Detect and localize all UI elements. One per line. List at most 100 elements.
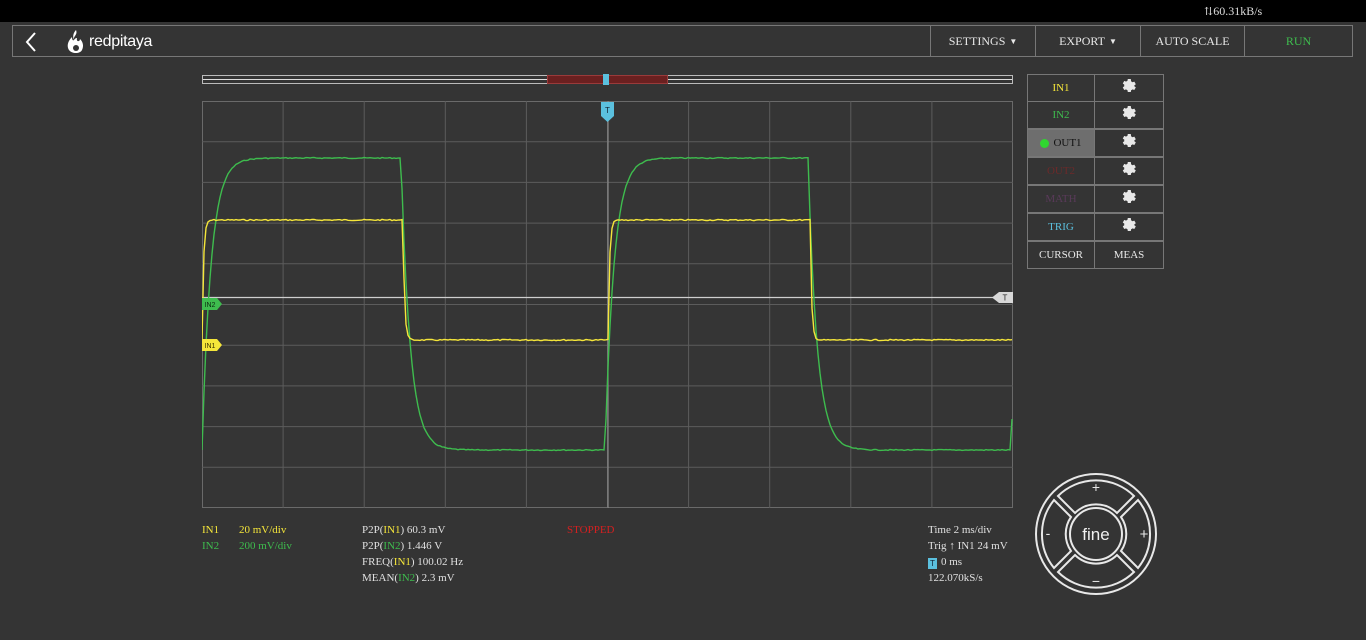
oscilloscope-plot[interactable]: T T IN2 IN1	[201, 101, 1013, 508]
logo-text: redpitaya	[89, 33, 153, 50]
channel-in1-toggle[interactable]: IN1	[1027, 74, 1095, 102]
channel-math-label: MATH	[1045, 193, 1077, 205]
measurement-p2p-in1: P2P(IN1) 60.3 mV	[362, 522, 463, 538]
trigger-time-marker-label: T	[605, 106, 610, 115]
export-menu-button[interactable]: EXPORT ▼	[1035, 26, 1140, 56]
gear-icon	[1120, 160, 1138, 183]
meas-button[interactable]: MEAS	[1095, 241, 1164, 269]
acquisition-status-text: STOPPED	[567, 524, 615, 536]
channel-in2-settings-button[interactable]	[1095, 101, 1164, 129]
cursor-button[interactable]: CURSOR	[1027, 241, 1095, 269]
gear-icon	[1120, 132, 1138, 155]
channel-out2-toggle[interactable]: OUT2	[1027, 157, 1095, 185]
channel-scale-info: IN1 20 mV/div IN2 200 mV/div	[202, 522, 292, 554]
measurement-freq-in1: FREQ(IN1) 100.02 Hz	[362, 554, 463, 570]
top-status-bar: ⇅ 60.31kB/s	[0, 0, 1366, 22]
gear-icon	[1120, 104, 1138, 127]
caret-down-icon: ▼	[1009, 36, 1018, 46]
measurement-name: P2P(	[362, 540, 384, 552]
gear-icon	[1120, 216, 1138, 239]
gear-icon	[1120, 188, 1138, 211]
network-rate-text: 60.31kB/s	[1213, 4, 1263, 18]
measurement-channel: IN1	[393, 556, 411, 568]
buffer-scrollbar[interactable]	[202, 74, 1013, 85]
auto-scale-label: AUTO SCALE	[1155, 33, 1230, 48]
channel-row-out1: OUT1	[1027, 129, 1164, 158]
trigger-settings-button[interactable]	[1095, 213, 1164, 241]
trigger-info-prefix: Trig	[928, 540, 947, 552]
run-label: RUN	[1285, 33, 1312, 48]
channel-out1-settings-button[interactable]	[1095, 129, 1164, 157]
trigger-label: TRIG	[1048, 221, 1074, 233]
channel-out2-label: OUT2	[1046, 165, 1076, 177]
chevron-left-icon	[25, 32, 36, 52]
channel-out1-toggle[interactable]: OUT1	[1027, 129, 1095, 157]
in2-offset-marker-label: IN2	[205, 302, 216, 309]
back-button[interactable]	[21, 29, 41, 55]
channel-in1-settings-button[interactable]	[1095, 74, 1164, 102]
dpad-down-label: −	[1092, 573, 1100, 589]
measurement-name: MEAN(	[362, 572, 399, 584]
measurement-value: ) 1.446 V	[400, 540, 443, 552]
measurement-channel: IN1	[383, 524, 401, 536]
in1-scale-value: 20 mV/div	[239, 524, 287, 536]
dpad-right-label: +	[1140, 526, 1149, 543]
trigger-delay-value: 0 ms	[941, 556, 963, 568]
trigger-level-marker-label: T	[1003, 294, 1008, 303]
channel-math-toggle[interactable]: MATH	[1027, 185, 1095, 213]
tools-row: CURSOR MEAS	[1027, 241, 1164, 270]
settings-label: SETTINGS	[948, 33, 1006, 48]
channel-out2-settings-button[interactable]	[1095, 157, 1164, 185]
scale-dpad: + − - + fine	[1034, 472, 1158, 596]
header-toolbar: SETTINGS ▼ EXPORT ▼ AUTO SCALE RUN	[930, 26, 1352, 56]
time-per-div: Time 2 ms/div	[928, 524, 992, 536]
dpad-fine-button[interactable]: fine	[1069, 507, 1123, 561]
in1-scale-row: IN1 20 mV/div	[202, 522, 292, 538]
in2-scale-value: 200 mV/div	[239, 540, 292, 552]
redpitaya-logo[interactable]: redpitaya	[65, 29, 152, 55]
measurement-p2p-in2: P2P(IN2) 1.446 V	[362, 538, 463, 554]
timebase-info: Time 2 ms/div Trig ↑ IN1 24 mV T 0 ms 122…	[928, 522, 1008, 586]
dpad-left-label: -	[1046, 525, 1051, 541]
measurement-name: P2P(	[362, 524, 384, 536]
in1-offset-marker-label: IN1	[205, 343, 216, 350]
measurements-panel: P2P(IN1) 60.3 mV P2P(IN2) 1.446 V FREQ(I…	[362, 522, 463, 586]
in1-scale-channel: IN1	[202, 524, 220, 536]
measurement-mean-in2: MEAN(IN2) 2.3 mV	[362, 570, 463, 586]
measurement-name: FREQ(	[362, 556, 394, 568]
rising-edge-icon: ↑	[949, 540, 955, 552]
channel-in2-toggle[interactable]: IN2	[1027, 101, 1095, 129]
channel-math-settings-button[interactable]	[1095, 185, 1164, 213]
in2-scale-channel: IN2	[202, 540, 220, 552]
dpad-left-button[interactable]: -	[1041, 498, 1073, 570]
trigger-info: Trig ↑ IN1 24 mV	[928, 538, 1008, 554]
dpad-right-button[interactable]: +	[1119, 498, 1151, 570]
trigger-info-value: IN1 24 mV	[957, 540, 1008, 552]
dpad-up-label: +	[1092, 479, 1100, 495]
meas-label: MEAS	[1113, 249, 1145, 261]
trigger-position-marker[interactable]	[603, 74, 609, 85]
trigger-toggle[interactable]: TRIG	[1027, 213, 1095, 241]
settings-menu-button[interactable]: SETTINGS ▼	[930, 26, 1035, 56]
measurement-value: ) 100.02 Hz	[410, 556, 464, 568]
dpad-fine-label: fine	[1082, 525, 1109, 544]
in2-scale-row: IN2 200 mV/div	[202, 538, 292, 554]
cursor-label: CURSOR	[1038, 249, 1084, 261]
auto-scale-button[interactable]: AUTO SCALE	[1140, 26, 1244, 56]
channel-in2-label: IN2	[1052, 109, 1070, 121]
trigger-badge-icon: T	[928, 558, 937, 569]
channel-out1-label: OUT1	[1053, 137, 1082, 149]
run-button[interactable]: RUN	[1244, 26, 1352, 56]
output-enabled-led-icon	[1040, 138, 1050, 148]
waveform-canvas: T T IN2 IN1	[201, 101, 1013, 508]
caret-down-icon: ▼	[1109, 36, 1117, 46]
channel-row-trig: TRIG	[1027, 213, 1164, 242]
channel-row-math: MATH	[1027, 185, 1164, 214]
channel-row-in1: IN1	[1027, 74, 1164, 102]
acquisition-status: STOPPED	[567, 522, 614, 538]
dpad-graphic: + − - + fine	[1035, 473, 1157, 595]
measurement-value: ) 60.3 mV	[400, 524, 446, 536]
channel-row-out2: OUT2	[1027, 157, 1164, 186]
measurement-value: ) 2.3 mV	[415, 572, 455, 584]
flame-logo-icon	[67, 30, 84, 53]
